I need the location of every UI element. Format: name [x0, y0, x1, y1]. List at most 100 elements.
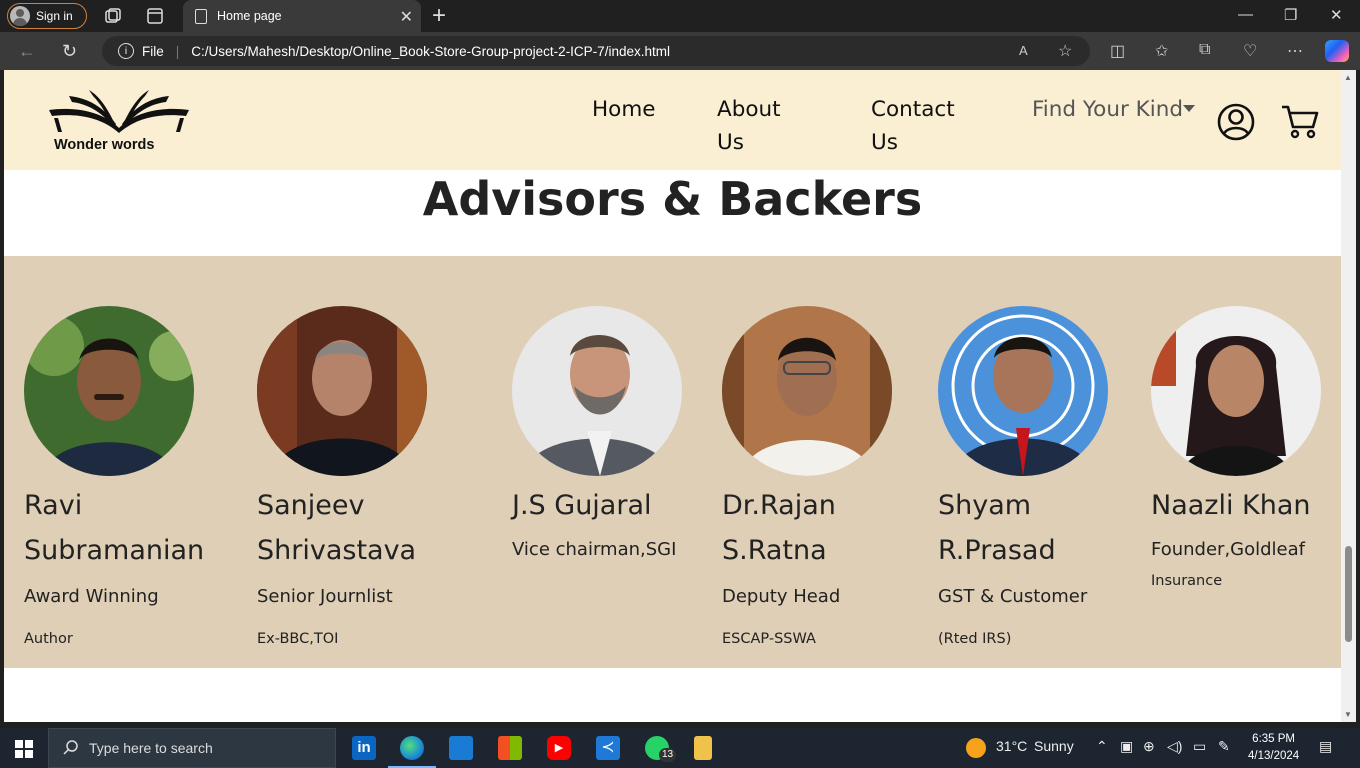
scroll-down-icon[interactable]: ▼	[1344, 710, 1352, 719]
volume-icon[interactable]: ◁)	[1167, 738, 1182, 755]
advisor-card: Ravi Subramanian Award Winning Author	[24, 306, 224, 648]
split-screen-icon[interactable]: ◫	[1110, 41, 1125, 61]
browser-essentials-icon[interactable]: ♡	[1243, 41, 1257, 61]
advisor-name: Dr.Rajan S.Ratna	[722, 490, 836, 566]
advisor-photo	[1151, 306, 1321, 476]
weather-desc[interactable]: Sunny	[1034, 738, 1074, 754]
advisor-photo	[24, 306, 199, 476]
advisor-name: Sanjeev Shrivastava	[257, 490, 417, 566]
advisor-card: Naazli Khan Founder,Goldleaf Insurance	[1151, 306, 1341, 590]
windows-taskbar: Type here to search in ▶ ≺ 13 31°C Sunny…	[0, 728, 1360, 768]
sign-in-button[interactable]: Sign in	[7, 3, 87, 29]
workspaces-icon[interactable]	[103, 6, 123, 26]
close-window-icon[interactable]: ✕	[1330, 6, 1343, 24]
advisor-role: Award Winning	[24, 586, 159, 607]
show-hidden-icons-icon[interactable]: ⌃	[1096, 738, 1108, 755]
advisor-photo	[512, 306, 682, 476]
notifications-icon[interactable]: ▤	[1319, 738, 1332, 755]
advisor-sub: Insurance	[1151, 573, 1223, 589]
browser-tab-bar: Sign in Home page ✕ + — ❐ ✕	[0, 0, 1360, 32]
advisor-photo	[257, 306, 427, 476]
search-placeholder: Type here to search	[89, 740, 213, 756]
pen-icon[interactable]: ✎	[1218, 738, 1230, 755]
read-aloud-icon[interactable]: A	[1019, 43, 1028, 58]
shopping-cart-icon[interactable]	[1281, 104, 1319, 140]
advisors-section: Ravi Subramanian Award Winning Author Sa…	[4, 256, 1341, 668]
file-label: File	[142, 43, 164, 59]
advisor-name: Ravi Subramanian	[24, 490, 205, 566]
advisor-sub: (Rted IRS)	[938, 631, 1012, 647]
advisor-role: Vice chairman,SGI	[512, 539, 677, 560]
clock-time: 6:35 PM	[1252, 733, 1295, 745]
meet-icon[interactable]: ▣	[1120, 738, 1133, 755]
advisor-card: J.S Gujaral Vice chairman,SGI	[512, 306, 712, 561]
more-menu-icon[interactable]: ⋯	[1287, 41, 1303, 61]
favorites-icon[interactable]: ✩	[1155, 41, 1168, 61]
nav-contact-us[interactable]: Contact Us	[871, 93, 955, 159]
user-account-icon[interactable]	[1217, 103, 1255, 141]
back-icon[interactable]: ←	[18, 41, 36, 62]
copilot-icon[interactable]	[1325, 40, 1349, 62]
advisor-role: GST & Customer	[938, 586, 1088, 607]
edge-app-icon[interactable]	[400, 736, 424, 760]
linkedin-app-icon[interactable]: in	[352, 736, 376, 760]
search-icon	[63, 740, 78, 755]
collections-icon[interactable]: ⧉	[1199, 41, 1210, 59]
sign-in-label: Sign in	[36, 9, 73, 23]
youtube-app-icon[interactable]: ▶	[547, 736, 571, 760]
url-text: C:/Users/Mahesh/Desktop/Online_Book-Stor…	[191, 43, 670, 59]
advisors-section-title: Advisors & Backers	[422, 172, 923, 226]
advisor-photo	[722, 306, 892, 476]
advisor-card: Sanjeev Shrivastava Senior Journlist Ex-…	[257, 306, 457, 648]
restore-icon[interactable]: ❐	[1284, 6, 1297, 24]
page-icon	[195, 8, 207, 24]
scrollbar-thumb[interactable]	[1345, 546, 1352, 642]
browser-address-bar: ← ↻ i File | C:/Users/Mahesh/Desktop/Onl…	[0, 32, 1360, 70]
advisor-sub: Ex-BBC,TOI	[257, 631, 339, 647]
new-tab-icon[interactable]: +	[432, 2, 446, 30]
url-separator: |	[175, 43, 180, 59]
site-info-icon[interactable]: i	[118, 43, 134, 59]
dropdown-caret-icon[interactable]	[1183, 105, 1195, 112]
site-header: Wonder words Home About Us Contact Us Fi…	[4, 70, 1341, 170]
page-scrollbar[interactable]: ▲ ▼	[1341, 70, 1356, 722]
advisor-role: Deputy Head	[722, 586, 841, 607]
logo-text: Wonder words	[54, 137, 155, 153]
advisor-role: Senior Journlist	[257, 586, 393, 607]
microsoft-store-icon[interactable]	[498, 736, 522, 760]
tab-title: Home page	[217, 9, 282, 23]
weather-temp[interactable]: 31°C	[996, 738, 1027, 754]
close-tab-icon[interactable]: ✕	[400, 7, 413, 27]
weather-sun-icon[interactable]	[966, 738, 986, 758]
advisor-name: Shyam R.Prasad	[938, 490, 1056, 566]
nav-about-us[interactable]: About Us	[717, 93, 781, 159]
advisor-name: J.S Gujaral	[512, 490, 652, 521]
window-edge	[1356, 70, 1360, 722]
advisor-card: Shyam R.Prasad GST & Customer (Rted IRS)	[938, 306, 1138, 648]
taskbar-clock[interactable]: 6:35 PM 4/13/2024	[1248, 731, 1299, 765]
advisor-sub: Author	[24, 631, 73, 647]
battery-icon[interactable]: ▭	[1193, 738, 1206, 755]
windows-start-icon[interactable]	[15, 740, 33, 758]
advisor-card: Dr.Rajan S.Ratna Deputy Head ESCAP-SSWA	[722, 306, 922, 648]
find-your-kind-dropdown[interactable]: Find Your Kind	[1032, 93, 1183, 126]
minimize-icon[interactable]: —	[1238, 6, 1253, 23]
whatsapp-badge: 13	[659, 748, 677, 762]
vscode-app-icon[interactable]: ≺	[596, 736, 620, 760]
file-explorer-icon[interactable]	[694, 736, 712, 760]
url-field[interactable]: i File | C:/Users/Mahesh/Desktop/Online_…	[102, 36, 1090, 66]
advisor-role: Founder,Goldleaf	[1151, 539, 1305, 560]
network-icon[interactable]: ⊕	[1143, 738, 1155, 755]
nav-home[interactable]: Home	[592, 93, 656, 126]
tab-home-page[interactable]: Home page ✕	[183, 0, 421, 32]
clock-date: 4/13/2024	[1248, 750, 1300, 762]
advisor-sub: ESCAP-SSWA	[722, 631, 816, 647]
refresh-icon[interactable]: ↻	[62, 41, 77, 62]
scroll-up-icon[interactable]: ▲	[1344, 73, 1352, 82]
app-icon[interactable]	[449, 736, 473, 760]
advisor-name: Naazli Khan	[1151, 490, 1311, 521]
tab-actions-icon[interactable]	[145, 6, 165, 26]
favorite-star-icon[interactable]: ☆	[1058, 41, 1072, 61]
taskbar-search-input[interactable]: Type here to search	[48, 728, 336, 768]
profile-avatar-icon	[10, 6, 30, 26]
